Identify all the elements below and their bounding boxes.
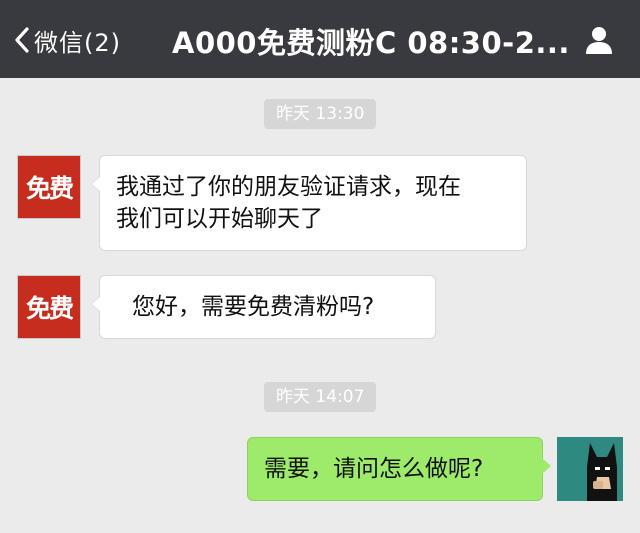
message-line: 我们可以开始聊天了 (116, 206, 323, 232)
person-icon (583, 27, 615, 60)
batman-avatar-icon (557, 437, 623, 501)
chevron-left-icon (14, 26, 30, 54)
contact-avatar[interactable]: 免费 (17, 275, 81, 339)
timestamp: 昨天 14:07 (264, 382, 377, 412)
my-avatar[interactable] (557, 437, 623, 501)
profile-button[interactable] (583, 24, 615, 56)
message-line: 我通过了你的朋友验证请求，现在 (116, 174, 461, 200)
chat-title: A000免费测粉C 08:30-2... (172, 26, 570, 60)
timestamp: 昨天 13:30 (264, 99, 377, 129)
incoming-message[interactable]: 我通过了你的朋友验证请求，现在 我们可以开始聊天了 (91, 155, 527, 251)
incoming-message[interactable]: 您好，需要免费清粉吗? (91, 275, 436, 339)
back-button[interactable]: 微信(2) (14, 22, 121, 58)
message-text: 您好，需要免费清粉吗? (132, 294, 375, 320)
contact-avatar[interactable]: 免费 (17, 155, 81, 219)
outgoing-message[interactable]: 需要，请问怎么做呢? (247, 437, 551, 501)
chat-header: 微信(2) A000免费测粉C 08:30-2... (0, 0, 640, 78)
back-label: 微信(2) (34, 28, 121, 57)
message-text: 需要，请问怎么做呢? (264, 456, 484, 482)
